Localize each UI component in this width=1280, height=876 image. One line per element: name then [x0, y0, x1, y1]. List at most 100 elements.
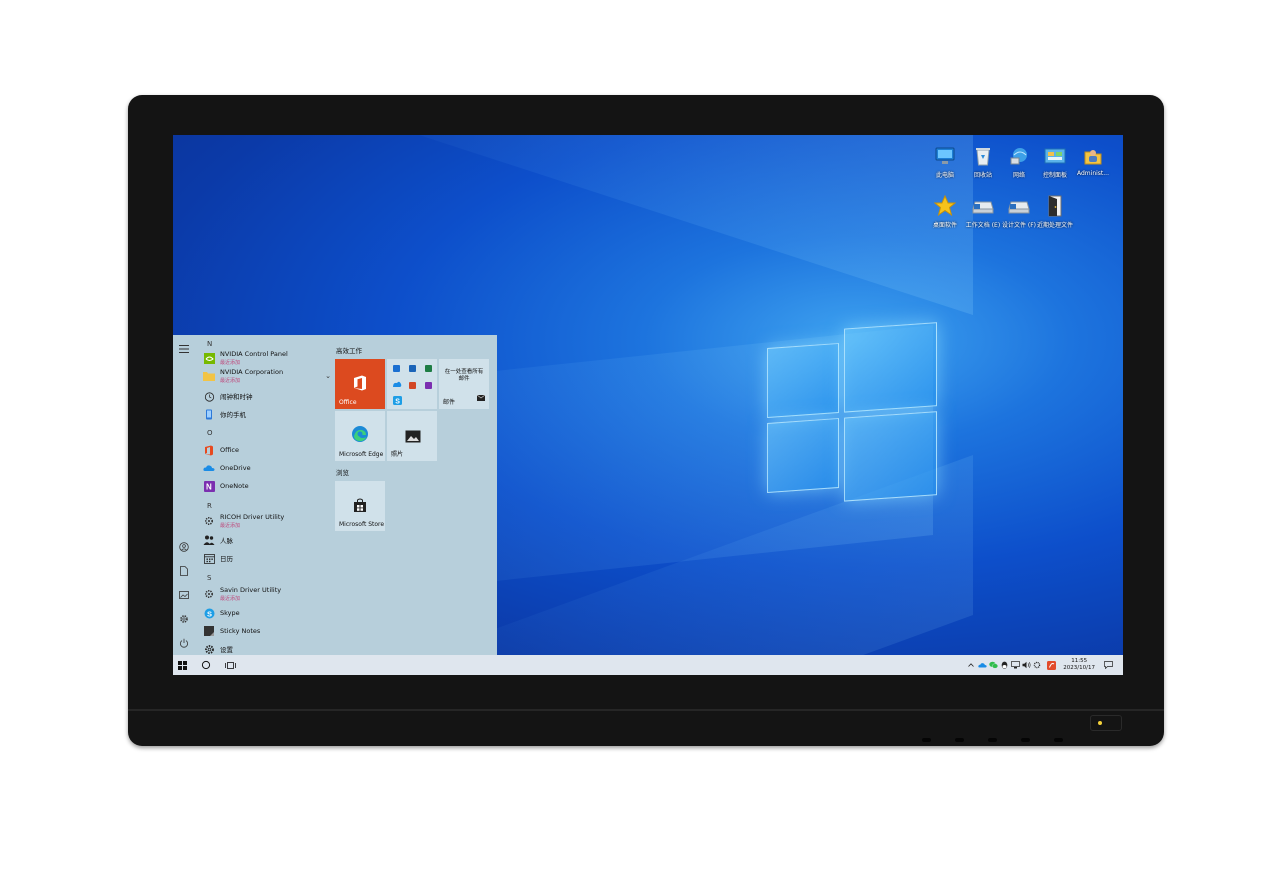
power-icon[interactable] [178, 637, 190, 649]
app-skype[interactable]: S Skype [203, 605, 331, 621]
app-onenote[interactable]: N OneNote [203, 478, 331, 494]
tile-office-apps-folder[interactable]: S [387, 359, 437, 409]
app-name: OneNote [220, 482, 249, 490]
tile-mail[interactable]: 在一处查看所有邮件 邮件 [439, 359, 489, 409]
hardware-button[interactable] [922, 738, 931, 742]
app-your-phone[interactable]: 你的手机 [203, 406, 331, 422]
svg-text:N: N [206, 482, 212, 491]
logo-pane [844, 322, 937, 413]
office-apps-icon: S [393, 365, 432, 405]
sensor-window [1090, 715, 1122, 731]
app-recently-added: 最近添加 [220, 596, 241, 602]
notification-center-icon[interactable] [1103, 660, 1113, 670]
office-icon [203, 444, 215, 456]
light-beam [293, 135, 973, 315]
this-pc-icon [934, 145, 956, 167]
calendar-icon [203, 552, 215, 564]
app-alarms-clock[interactable]: 闹钟和时钟 [203, 388, 331, 404]
desktop-icon-label: 工作文档 (E) [965, 222, 1001, 229]
clock-time: 11:55 [1071, 658, 1088, 664]
power-led [1098, 721, 1102, 725]
app-list-letter[interactable]: N [207, 340, 212, 348]
app-recently-added: 最近添加 [220, 378, 241, 384]
tile-microsoft-edge[interactable]: Microsoft Edge [335, 411, 385, 461]
store-bag-icon [353, 497, 367, 516]
windows-wallpaper-logo [767, 322, 939, 510]
pictures-icon[interactable] [178, 589, 190, 601]
task-view-icon[interactable] [224, 659, 236, 671]
user-account-icon[interactable] [178, 541, 190, 553]
phone-icon [203, 408, 215, 420]
nvidia-icon [203, 352, 215, 364]
screen: 此电脑 回收站 网络 控制面板 Administ... 桌面软件 工作文档 (E… [173, 135, 1123, 675]
volume-icon[interactable] [1021, 660, 1031, 670]
hardware-button[interactable] [1021, 738, 1030, 742]
desktop-icon-administrator[interactable]: Administ... [1071, 145, 1115, 177]
app-list-letter[interactable]: O [207, 429, 213, 437]
desktop-icon-label: 桌面软件 [932, 222, 957, 229]
onedrive-tray-icon[interactable] [977, 660, 987, 670]
app-ricoh-driver-utility[interactable]: RICOH Driver Utility 最近添加 [203, 513, 331, 529]
app-name: Skype [220, 609, 240, 617]
app-onedrive[interactable]: OneDrive [203, 460, 331, 476]
search-circle-icon[interactable] [200, 659, 212, 671]
start-button-windows-icon[interactable] [176, 659, 188, 671]
app-people[interactable]: 人脉 [203, 532, 331, 548]
network-tray-icon[interactable] [1010, 660, 1020, 670]
wechat-tray-icon[interactable] [988, 660, 998, 670]
app-name: Office [220, 446, 239, 454]
hamburger-menu-icon[interactable] [178, 343, 190, 355]
hardware-button[interactable] [955, 738, 964, 742]
door-icon [1044, 195, 1066, 217]
logo-pane [767, 417, 839, 494]
drive-icon [1008, 195, 1030, 217]
settings-gear-icon[interactable] [178, 613, 190, 625]
mail-tile-heading: 在一处查看所有邮件 [444, 369, 484, 382]
app-savin-driver-utility[interactable]: Savin Driver Utility 最近添加 [203, 586, 331, 602]
tile-group-title[interactable]: 高效工作 [336, 345, 362, 355]
app-calendar[interactable]: 日历 [203, 550, 331, 566]
app-office[interactable]: Office [203, 442, 331, 458]
tile-photos[interactable]: 照片 [387, 411, 437, 461]
app-sticky-notes[interactable]: Sticky Notes [203, 623, 331, 639]
hardware-button[interactable] [988, 738, 997, 742]
app-recently-added: 最近添加 [220, 523, 241, 529]
sticky-notes-icon [203, 625, 215, 637]
app-nvidia-corporation-folder[interactable]: NVIDIA Corporation 最近添加 ⌄ [203, 368, 331, 384]
desktop-icon-label: 网络 [1012, 172, 1025, 179]
app-name: 人脉 [220, 537, 233, 545]
tile-microsoft-store[interactable]: Microsoft Store [335, 481, 385, 531]
tile-office[interactable]: Office [335, 359, 385, 409]
tile-group-title[interactable]: 浏览 [336, 467, 349, 477]
app-nvidia-control-panel[interactable]: NVIDIA Control Panel 最近添加 [203, 350, 331, 366]
taskbar: 11:55 2023/10/17 [173, 655, 1123, 675]
logo-pane [844, 411, 937, 502]
app-name: NVIDIA Control Panel [220, 350, 288, 358]
hardware-button[interactable] [1054, 738, 1063, 742]
app-name: NVIDIA Corporation [220, 368, 284, 376]
app-list-letter[interactable]: S [207, 574, 211, 582]
hardware-buttons [922, 738, 1063, 742]
bezel-divider [128, 709, 1164, 711]
mail-envelope-icon [476, 386, 486, 405]
app-list: N NVIDIA Control Panel 最近添加 NVIDIA Corpor… [201, 335, 331, 655]
desktop-icon-label: Administ... [1077, 170, 1109, 177]
antivirus-tray-icon[interactable] [1046, 660, 1056, 670]
app-name: 日历 [220, 555, 233, 563]
documents-icon[interactable] [178, 565, 190, 577]
app-name: 闹钟和时钟 [220, 393, 253, 401]
chevron-up-icon[interactable] [966, 660, 976, 670]
app-list-letter[interactable]: R [207, 502, 212, 510]
desktop-icon-label: 控制面板 [1042, 172, 1067, 179]
chevron-down-icon[interactable]: ⌄ [325, 372, 331, 380]
svg-text:S: S [207, 609, 212, 618]
taskbar-clock[interactable]: 11:55 2023/10/17 [1063, 658, 1095, 672]
app-recently-added: 最近添加 [220, 360, 241, 366]
qq-tray-icon[interactable] [999, 660, 1009, 670]
desktop-icon-label: 设计文件 (F) [1001, 222, 1037, 229]
logo-pane [767, 342, 839, 419]
desktop-icon-recent-files[interactable]: 近期处理文件 [1033, 195, 1077, 229]
gear-app-icon [203, 588, 215, 600]
skype-icon: S [203, 607, 215, 619]
input-method-icon[interactable] [1032, 660, 1042, 670]
